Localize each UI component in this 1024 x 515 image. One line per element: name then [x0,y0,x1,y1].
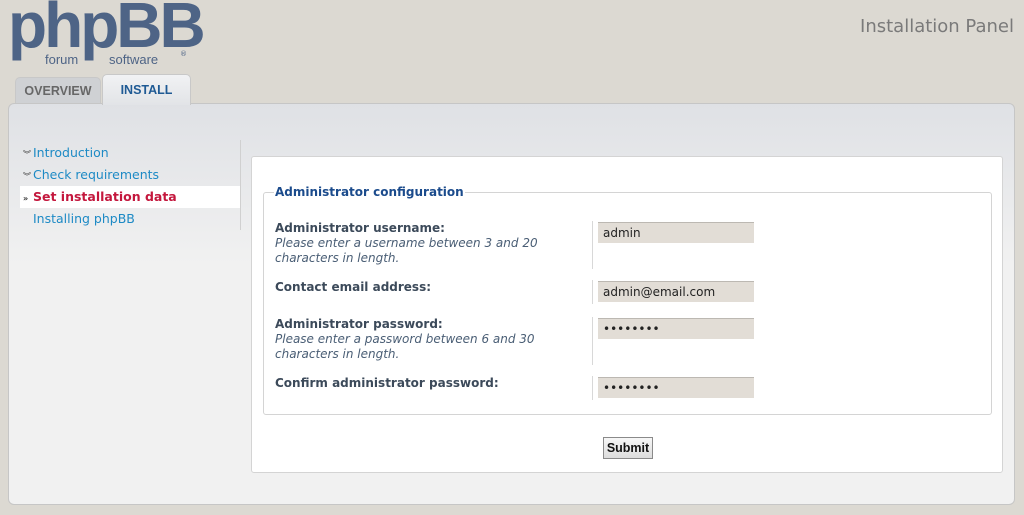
tab-install[interactable]: INSTALL [102,74,191,105]
install-steps-menu: ︾ Introduction ︾ Check requirements » Set i… [20,142,240,230]
main-panel: ︾ Introduction ︾ Check requirements » Set i… [8,103,1015,505]
field-separator [592,376,593,400]
field-label: Confirm administrator password: [275,376,499,390]
field-row-confirm-password: Confirm administrator password: [275,376,980,400]
field-help: Please enter a username between 3 and 20… [275,236,538,265]
menu-item-installing-phpbb[interactable]: Installing phpBB [20,208,240,230]
logo-tagline-software: software [106,52,162,67]
field-row-username: Administrator username: Please enter a u… [275,221,980,269]
menu-item-introduction[interactable]: ︾ Introduction [20,142,240,164]
phpbb-logo[interactable]: phpBB forum software ® [8,0,206,68]
field-separator [592,317,593,365]
submit-button[interactable]: Submit [603,437,653,459]
menu-item-label: Introduction [33,145,109,160]
menu-item-label: Set installation data [33,189,177,204]
field-row-email: Contact email address: [275,280,980,304]
logo-tagline-forum: forum [42,52,82,67]
admin-config-fieldset: Administrator configuration Administrato… [263,185,992,415]
field-separator [592,221,593,269]
field-label: Administrator username: [275,221,445,235]
confirm-password-input[interactable] [598,377,754,398]
menu-item-label: Installing phpBB [33,211,135,226]
content-box: Administrator configuration Administrato… [251,156,1003,473]
field-row-password: Administrator password: Please enter a p… [275,317,980,365]
menu-item-set-installation-data[interactable]: » Set installation data [20,186,240,208]
tab-overview[interactable]: OVERVIEW [15,77,101,104]
field-label: Administrator password: [275,317,443,331]
menu-divider [240,140,241,230]
double-chevron-down-icon: ︾ [23,172,31,181]
menu-item-label: Check requirements [33,167,160,182]
admin-username-input[interactable] [598,222,754,243]
field-help: Please enter a password between 6 and 30… [275,332,535,361]
registered-mark: ® [180,50,187,58]
double-chevron-right-icon: » [23,194,29,203]
panel-title: Installation Panel [860,16,1014,37]
double-chevron-down-icon: ︾ [23,150,31,159]
field-separator [592,280,593,304]
admin-password-input[interactable] [598,318,754,339]
contact-email-input[interactable] [598,281,754,302]
menu-item-check-requirements[interactable]: ︾ Check requirements [20,164,240,186]
field-label: Contact email address: [275,280,432,294]
fieldset-legend: Administrator configuration [275,185,464,199]
